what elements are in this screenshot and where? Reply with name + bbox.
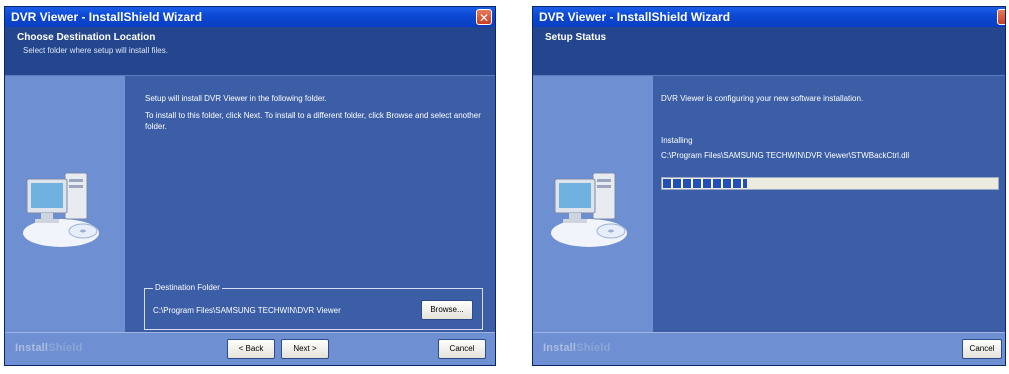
wizard-header: Choose Destination Location Select folde… xyxy=(5,27,495,76)
computer-install-icon xyxy=(23,172,99,247)
brand-install: Install xyxy=(15,342,49,354)
browse-button[interactable]: Browse... xyxy=(421,300,473,320)
install-progress-bar xyxy=(661,177,999,190)
bottom-bar: InstallShield < Back Next > Cancel xyxy=(5,332,495,365)
side-panel xyxy=(533,76,653,333)
instruction-text: To install to this folder, click Next. T… xyxy=(145,111,481,120)
destination-folder-group: Destination Folder C:\Program Files\SAMS… xyxy=(144,283,483,330)
status-text: DVR Viewer is configuring your new softw… xyxy=(661,94,864,103)
close-icon[interactable] xyxy=(997,9,1005,25)
header-title: Setup Status xyxy=(545,32,607,43)
side-panel xyxy=(5,76,125,333)
installer-window-status: DVR Viewer - InstallShield Wizard Setup … xyxy=(532,6,1006,366)
header-title: Choose Destination Location xyxy=(17,32,156,43)
cancel-button[interactable]: Cancel xyxy=(962,339,1002,359)
next-button[interactable]: Next > xyxy=(281,339,329,359)
installshield-logo: InstallShield xyxy=(15,342,82,354)
header-subtitle: Select folder where setup will install f… xyxy=(23,46,168,55)
installing-label: Installing xyxy=(661,136,693,145)
content-area: DVR Viewer is configuring your new softw… xyxy=(653,76,1005,333)
wizard-header: Setup Status xyxy=(533,27,1005,76)
instruction-text-continued: folder. xyxy=(145,122,167,131)
computer-install-icon xyxy=(551,172,627,247)
cancel-button[interactable]: Cancel xyxy=(438,339,486,359)
close-icon[interactable]: ✕ xyxy=(476,9,492,25)
back-button[interactable]: < Back xyxy=(227,339,275,359)
window-title: DVR Viewer - InstallShield Wizard xyxy=(539,10,731,24)
current-file-path: C:\Program Files\SAMSUNG TECHWIN\DVR Vie… xyxy=(661,151,910,160)
window-title: DVR Viewer - InstallShield Wizard xyxy=(11,10,203,24)
brand-install: Install xyxy=(543,342,577,354)
installshield-logo: InstallShield xyxy=(543,342,610,354)
title-bar: DVR Viewer - InstallShield Wizard xyxy=(5,7,495,27)
destination-folder-legend: Destination Folder xyxy=(153,283,222,292)
intro-text: Setup will install DVR Viewer in the fol… xyxy=(145,94,327,103)
brand-shield: Shield xyxy=(48,342,83,354)
bottom-bar: InstallShield Cancel xyxy=(533,332,1005,365)
brand-shield: Shield xyxy=(576,342,611,354)
content-area: Setup will install DVR Viewer in the fol… xyxy=(125,76,495,333)
installer-window-destination: DVR Viewer - InstallShield Wizard ✕ Choo… xyxy=(4,6,496,366)
title-bar: DVR Viewer - InstallShield Wizard xyxy=(533,7,1005,27)
destination-path: C:\Program Files\SAMSUNG TECHWIN\DVR Vie… xyxy=(153,306,341,315)
install-progress-fill xyxy=(663,179,747,188)
